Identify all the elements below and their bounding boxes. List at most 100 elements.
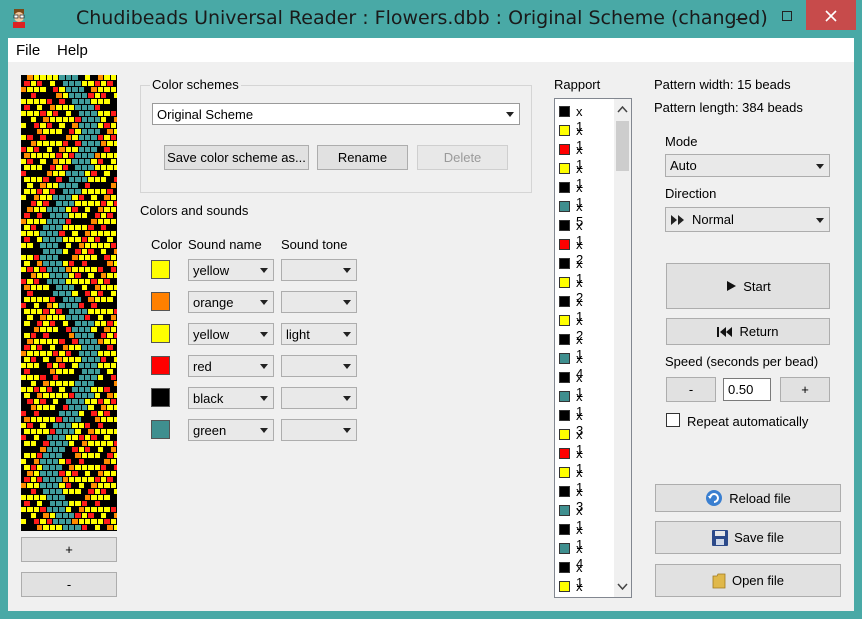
rapport-swatch <box>559 296 570 307</box>
bead <box>24 369 30 374</box>
color-swatch[interactable] <box>151 420 170 439</box>
speed-input[interactable] <box>723 378 771 401</box>
sound-name-select[interactable]: orange <box>188 291 274 313</box>
bead <box>110 195 116 200</box>
bead <box>110 111 116 116</box>
bead <box>59 387 65 392</box>
return-button[interactable]: Return <box>666 318 830 345</box>
color-swatch[interactable] <box>151 388 170 407</box>
sound-tone-select[interactable] <box>281 355 357 377</box>
bead <box>33 147 40 152</box>
close-button[interactable] <box>806 0 856 30</box>
bead <box>24 345 30 350</box>
sound-tone-select[interactable] <box>281 387 357 409</box>
bead <box>91 291 97 296</box>
zoom-out-button[interactable]: - <box>21 572 117 597</box>
bead <box>85 123 91 128</box>
bead <box>59 231 65 236</box>
bead <box>27 195 33 200</box>
bead <box>107 93 113 98</box>
bead <box>62 165 68 170</box>
scroll-thumb[interactable] <box>616 121 629 171</box>
start-button[interactable]: Start <box>666 263 830 309</box>
bead <box>53 339 59 344</box>
bead <box>75 129 81 134</box>
sound-name-select[interactable]: red <box>188 355 274 377</box>
bead <box>97 483 104 488</box>
rename-button[interactable]: Rename <box>317 145 408 170</box>
repeat-checkbox[interactable] <box>666 413 680 427</box>
color-swatch[interactable] <box>151 260 170 279</box>
color-swatch[interactable] <box>151 292 170 311</box>
bead <box>24 393 30 398</box>
bead <box>113 117 117 122</box>
bead <box>56 129 62 134</box>
bead <box>33 471 40 476</box>
color-scheme-select[interactable]: Original Scheme <box>152 103 520 125</box>
bead <box>101 441 107 446</box>
bead <box>85 111 91 116</box>
color-swatch[interactable] <box>151 324 170 343</box>
bead <box>81 189 88 194</box>
bead <box>24 297 30 302</box>
sound-name-select[interactable]: green <box>188 419 274 441</box>
sound-tone-select[interactable] <box>281 259 357 281</box>
bead <box>59 75 65 80</box>
bead <box>85 87 91 92</box>
bead <box>94 249 100 254</box>
bead <box>37 213 43 218</box>
bead <box>104 327 110 332</box>
bead <box>21 291 27 296</box>
bead <box>72 375 78 380</box>
bead <box>88 381 94 386</box>
bead <box>69 141 75 146</box>
bead <box>49 225 56 230</box>
bead <box>53 399 59 404</box>
sound-name-select[interactable]: yellow <box>188 259 274 281</box>
rapport-scrollbar[interactable] <box>614 99 631 597</box>
mode-select[interactable]: Auto <box>665 154 830 177</box>
bead <box>62 249 68 254</box>
header-sound-tone: Sound tone <box>281 237 348 252</box>
rapport-swatch <box>559 448 570 459</box>
minimize-button[interactable] <box>718 0 764 30</box>
maximize-button[interactable] <box>764 0 810 30</box>
menu-help[interactable]: Help <box>57 42 88 59</box>
bead <box>30 513 36 518</box>
bead <box>33 435 40 440</box>
bead <box>110 315 116 320</box>
save-color-scheme-button[interactable]: Save color scheme as... <box>164 145 309 170</box>
color-swatch[interactable] <box>151 356 170 375</box>
sound-name-select[interactable]: black <box>188 387 274 409</box>
bead <box>101 345 107 350</box>
bead <box>81 441 88 446</box>
rapport-list[interactable]: x 1x 1x 1x 1x 1x 5x 1x 2x 1x 2x 1x 2x 1x… <box>554 98 632 598</box>
speed-increase-button[interactable]: + <box>780 377 830 402</box>
direction-select[interactable]: Normal <box>665 207 830 232</box>
reload-file-button[interactable]: Reload file <box>655 484 841 512</box>
delete-button[interactable]: Delete <box>417 145 508 170</box>
bead <box>62 105 68 110</box>
bead <box>27 279 33 284</box>
bead <box>94 117 100 122</box>
bead <box>91 435 97 440</box>
title-bar[interactable]: Chudibeads Universal Reader : Flowers.db… <box>0 0 862 38</box>
bead <box>21 483 27 488</box>
save-file-button[interactable]: Save file <box>655 521 841 554</box>
zoom-in-button[interactable]: + <box>21 537 117 562</box>
sound-tone-select[interactable] <box>281 419 357 441</box>
speed-decrease-button[interactable]: - <box>666 377 716 402</box>
bead <box>56 213 62 218</box>
bead <box>104 399 110 404</box>
sound-name-select[interactable]: yellow <box>188 323 274 345</box>
bead-pattern-preview[interactable] <box>21 75 117 531</box>
menu-file[interactable]: File <box>16 42 40 59</box>
sound-tone-select[interactable] <box>281 291 357 313</box>
bead <box>59 207 65 212</box>
bead <box>91 267 97 272</box>
open-file-button[interactable]: Open file <box>655 564 841 597</box>
bead <box>72 159 78 164</box>
bead <box>91 303 97 308</box>
bead <box>104 315 110 320</box>
sound-tone-select[interactable]: light <box>281 323 357 345</box>
